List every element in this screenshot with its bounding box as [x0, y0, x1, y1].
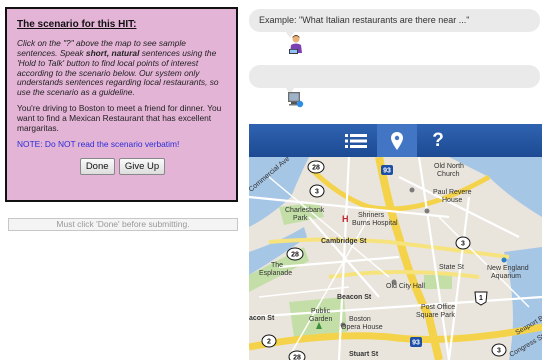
route-shield: 28 [288, 350, 306, 360]
label-state-st: State St [439, 264, 464, 271]
route-shield: 3 [455, 236, 471, 250]
svg-text:93: 93 [412, 340, 420, 347]
label-beacon-st: Beacon St [337, 294, 372, 301]
hospital-marker-icon: H [342, 214, 349, 224]
response-bubble [249, 65, 540, 94]
map-view[interactable]: 28 3 93 3 28 1 2 28 93 3 H Old North Chu… [249, 157, 542, 360]
label-cambridge-st: Cambridge St [321, 238, 367, 245]
list-icon [345, 133, 367, 148]
label-stuart-st: Stuart St [349, 351, 379, 358]
give-up-button[interactable]: Give Up [118, 157, 166, 175]
help-button[interactable]: ? [418, 124, 458, 157]
route-shield: 28 [286, 247, 304, 261]
svg-text:3: 3 [497, 348, 501, 355]
svg-text:1: 1 [479, 295, 483, 302]
svg-text:3: 3 [315, 189, 319, 196]
example-bubble: Example: "What Italian restaurants are t… [249, 9, 540, 38]
route-shield: 28 [307, 160, 325, 174]
scenario-buttons: Done Give Up [17, 157, 228, 175]
instructions-emphasis: short, natural [85, 47, 140, 58]
computer-avatar-icon [288, 92, 304, 108]
svg-text:28: 28 [293, 355, 301, 360]
scenario-instructions: Click on the "?" above the map to see sa… [17, 38, 228, 98]
label-old-city-hall: Old City Hall [386, 283, 425, 290]
svg-text:28: 28 [312, 165, 320, 172]
label-old-north-church: Old North Church [434, 163, 464, 178]
route-shield: 1 [474, 291, 488, 306]
poi-marker-icon [409, 187, 415, 193]
route-shield: 2 [261, 334, 277, 348]
scenario-body: You're driving to Boston to meet a frien… [17, 103, 222, 134]
label-public-garden: Public Garden [309, 308, 332, 323]
map-pin-icon [391, 131, 403, 150]
scenario-panel: The scenario for this HIT: Click on the … [5, 7, 238, 202]
svg-text:28: 28 [291, 252, 299, 259]
example-text: Example: "What Italian restaurants are t… [259, 15, 470, 25]
label-post-office-square: Post Office Square Park [416, 304, 455, 319]
aquarium-marker-icon [501, 257, 507, 263]
route-shield: 93 [410, 337, 422, 347]
done-button[interactable]: Done [79, 157, 115, 175]
list-button[interactable] [336, 124, 376, 157]
map-canvas[interactable]: 28 3 93 3 28 1 2 28 93 3 H Old North Chu… [249, 157, 542, 360]
user-avatar-icon [289, 35, 302, 54]
map-toolbar: ? [249, 124, 542, 157]
label-beacon-st-west: acon St [249, 315, 275, 322]
scenario-note: NOTE: Do NOT read the scenario verbatim! [17, 138, 180, 149]
svg-text:93: 93 [383, 168, 391, 175]
route-shield: 3 [491, 343, 507, 357]
submit-notice: Must click 'Done' before submitting. [8, 218, 238, 231]
route-shield: 93 [381, 165, 393, 175]
scenario-title: The scenario for this HIT: [17, 19, 137, 30]
label-boston-opera-house: Boston Opera House [341, 316, 383, 331]
svg-text:3: 3 [461, 241, 465, 248]
svg-text:2: 2 [267, 339, 271, 346]
route-shield: 3 [309, 184, 325, 198]
map-pin-button[interactable] [377, 124, 417, 157]
poi-marker-icon [424, 208, 430, 214]
